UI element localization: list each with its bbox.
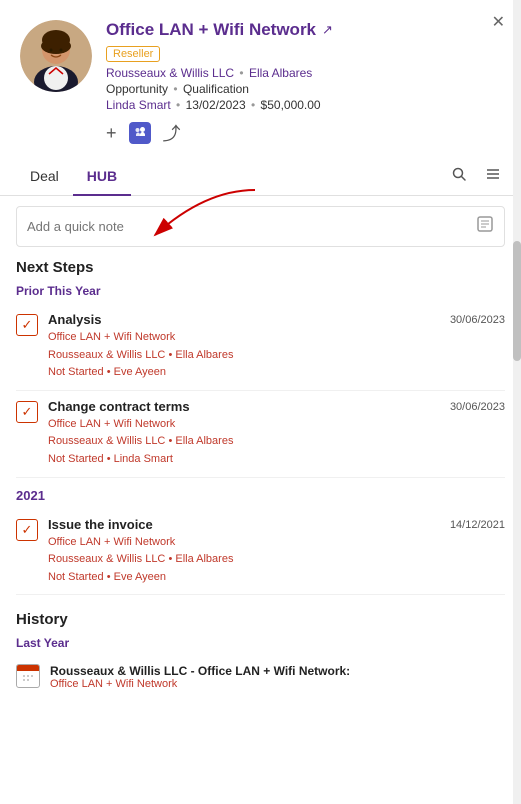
task-date-1: 30/06/2023 <box>450 312 505 326</box>
task-name-3[interactable]: Issue the invoice <box>48 517 440 532</box>
task-item: Change contract terms Office LAN + Wifi … <box>16 391 505 478</box>
add-button[interactable]: + <box>106 123 117 144</box>
history-title: History <box>16 611 505 628</box>
badge-container: Reseller <box>106 44 501 66</box>
task-name-1[interactable]: Analysis <box>48 312 440 327</box>
next-steps-title: Next Steps <box>16 259 505 276</box>
title-row: Office LAN + Wifi Network ↗ <box>106 20 501 40</box>
panel: ✕ <box>0 0 521 804</box>
task-meta-1: Office LAN + Wifi Network Rousseaux & Wi… <box>48 329 440 382</box>
scrollbar-thumb[interactable] <box>513 241 521 361</box>
scrollbar[interactable] <box>513 0 521 804</box>
task-checkbox-3[interactable] <box>16 519 38 541</box>
task-item: Issue the invoice Office LAN + Wifi Netw… <box>16 509 505 596</box>
date-label: 13/02/2023 <box>186 98 246 112</box>
task-item: Analysis Office LAN + Wifi Network Rouss… <box>16 304 505 391</box>
teams-icon[interactable] <box>129 122 151 144</box>
opportunity-label: Opportunity <box>106 82 168 96</box>
group-label-0: Prior This Year <box>16 284 505 298</box>
task-name-2[interactable]: Change contract terms <box>48 399 440 414</box>
meta-line-2: Opportunity • Qualification <box>106 82 501 96</box>
calendar-icon <box>16 664 40 688</box>
content-section: Next Steps Prior This Year Analysis Offi… <box>0 259 521 698</box>
group-label-1: 2021 <box>16 488 505 503</box>
actions-row: + ⤴ <box>106 120 501 146</box>
history-details: Rousseaux & Willis LLC - Office LAN + Wi… <box>50 664 505 690</box>
menu-icon[interactable] <box>481 162 505 191</box>
tab-deal[interactable]: Deal <box>16 158 73 196</box>
reseller-badge: Reseller <box>106 46 160 62</box>
tabs-right <box>447 162 505 191</box>
quick-note-input[interactable] <box>27 219 468 234</box>
search-icon[interactable] <box>447 162 471 191</box>
company-link[interactable]: Rousseaux & Willis LLC <box>106 66 234 80</box>
task-meta-3: Office LAN + Wifi Network Rousseaux & Wi… <box>48 534 440 587</box>
task-details-1: Analysis Office LAN + Wifi Network Rouss… <box>48 312 440 382</box>
person-link-1[interactable]: Ella Albares <box>249 66 312 80</box>
external-link-icon[interactable]: ↗ <box>322 22 333 38</box>
task-details-3: Issue the invoice Office LAN + Wifi Netw… <box>48 517 440 587</box>
meta-line-3: Linda Smart • 13/02/2023 • $50,000.00 <box>106 98 501 112</box>
tabs-left: Deal HUB <box>16 158 131 195</box>
task-details-2: Change contract terms Office LAN + Wifi … <box>48 399 440 469</box>
deal-title: Office LAN + Wifi Network <box>106 20 316 40</box>
header-info: Office LAN + Wifi Network ↗ Reseller Rou… <box>106 20 501 146</box>
meta-line-1: Rousseaux & Willis LLC • Ella Albares <box>106 66 501 80</box>
quick-note-container <box>16 206 505 247</box>
history-group-label: Last Year <box>16 636 505 650</box>
share-button[interactable]: ⤴ <box>163 120 181 146</box>
history-sub: Office LAN + Wifi Network <box>50 678 505 690</box>
history-item: Rousseaux & Willis LLC - Office LAN + Wi… <box>16 656 505 698</box>
task-date-3: 14/12/2021 <box>450 517 505 531</box>
note-icon <box>476 215 494 238</box>
task-checkbox-2[interactable] <box>16 401 38 423</box>
tab-hub[interactable]: HUB <box>73 158 131 196</box>
amount-label: $50,000.00 <box>261 98 321 112</box>
stage-label: Qualification <box>183 82 249 96</box>
history-text[interactable]: Rousseaux & Willis LLC - Office LAN + Wi… <box>50 664 505 678</box>
task-date-2: 30/06/2023 <box>450 399 505 413</box>
avatar <box>20 20 92 92</box>
task-checkbox-1[interactable] <box>16 314 38 336</box>
close-button[interactable]: ✕ <box>488 8 509 36</box>
tab-bar: Deal HUB <box>0 158 521 196</box>
header-section: Office LAN + Wifi Network ↗ Reseller Rou… <box>0 0 521 158</box>
person-link-2[interactable]: Linda Smart <box>106 98 171 112</box>
task-meta-2: Office LAN + Wifi Network Rousseaux & Wi… <box>48 416 440 469</box>
